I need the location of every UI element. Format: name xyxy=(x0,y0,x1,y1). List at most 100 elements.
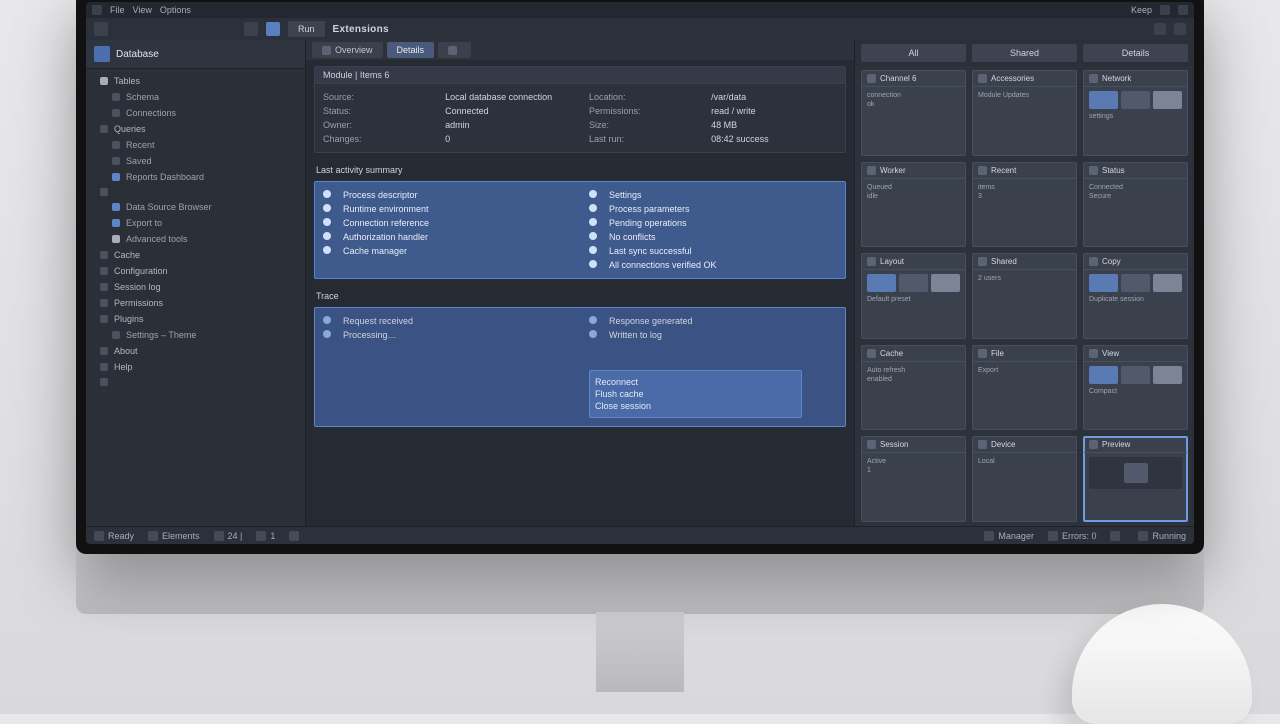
tree-node-icon xyxy=(100,299,108,307)
property-row: Cache manager xyxy=(323,244,571,258)
tree-node-icon xyxy=(100,315,108,323)
sidebar-item-14[interactable]: Permissions xyxy=(86,295,305,311)
property-row: Response generated xyxy=(589,314,837,328)
card-line: Duplicate session xyxy=(1089,295,1182,304)
sidebar-item-17[interactable]: About xyxy=(86,343,305,359)
sidebar-item-8[interactable]: Data Source Browser xyxy=(86,199,305,215)
property-row: Owner:admin xyxy=(323,118,571,132)
sidebar-item-10[interactable]: Advanced tools xyxy=(86,231,305,247)
card-9[interactable]: CacheAuto refreshenabled xyxy=(861,345,966,431)
sidebar-item-6[interactable]: Reports Dashboard xyxy=(86,169,305,185)
card-body: Active1 xyxy=(862,453,965,521)
sidebar-tree[interactable]: Tables Schema ConnectionsQueriesRecentSave… xyxy=(86,69,305,526)
card-13[interactable]: DeviceLocal xyxy=(972,436,1077,522)
card-header: Layout xyxy=(862,254,965,270)
property-value: No conflicts xyxy=(609,232,656,242)
sidebar-item-3[interactable]: Queries xyxy=(86,121,305,137)
sidebar-item-5[interactable]: Saved xyxy=(86,153,305,169)
tree-node-icon xyxy=(112,141,120,149)
card-5[interactable]: StatusConnectedSecure xyxy=(1083,162,1188,248)
cart-icon[interactable] xyxy=(244,22,258,36)
menu-options[interactable]: Options xyxy=(160,5,191,15)
tree-node-icon xyxy=(100,347,108,355)
bullet-icon xyxy=(323,330,331,338)
right-tab-0[interactable]: All xyxy=(861,44,966,62)
center-tab-2[interactable] xyxy=(438,42,471,58)
property-row: Last sync successful xyxy=(589,244,837,258)
sidebar-item-12[interactable]: Configuration xyxy=(86,263,305,279)
property-row: No conflicts xyxy=(589,230,837,244)
sidebar-item-15[interactable]: Plugins xyxy=(86,311,305,327)
card-line: Secure xyxy=(1089,192,1182,201)
card-line: items xyxy=(978,183,1071,192)
sidebar-item-label: Export to xyxy=(126,218,162,228)
card-body: Local xyxy=(973,453,1076,521)
panel-activity[interactable]: Process descriptorRuntime environmentCon… xyxy=(314,181,846,279)
right-tab-1[interactable]: Shared xyxy=(972,44,1077,62)
sidebar-item-11[interactable]: Cache xyxy=(86,247,305,263)
card-2[interactable]: Networksettings xyxy=(1083,70,1188,156)
status-cell-2: 24 | xyxy=(214,531,243,541)
application-window: File View Options Keep Run Extensions Da… xyxy=(86,2,1194,544)
sidebar-item-2[interactable]: Connections xyxy=(86,105,305,121)
card-title: Network xyxy=(1102,74,1131,83)
bullet-icon xyxy=(323,232,331,240)
card-header: Status xyxy=(1084,163,1187,179)
thumb-box xyxy=(867,274,896,292)
card-3[interactable]: WorkerQueuedidle xyxy=(861,162,966,248)
run-button[interactable]: Run xyxy=(288,21,325,37)
center-tab-1[interactable]: Details xyxy=(387,42,435,58)
window-min-icon[interactable] xyxy=(1160,5,1170,15)
trace-action[interactable]: Flush cache xyxy=(595,388,796,400)
sidebar-item-label: Plugins xyxy=(114,314,144,324)
sidebar-item-9[interactable]: Export to xyxy=(86,215,305,231)
tree-node-icon xyxy=(112,203,120,211)
property-key: Location: xyxy=(589,92,703,102)
sidebar-item-4[interactable]: Recent xyxy=(86,137,305,153)
window-max-icon[interactable] xyxy=(1178,5,1188,15)
card-title: Channel 6 xyxy=(880,74,916,83)
panel-trace[interactable]: Request receivedProcessing… Response gen… xyxy=(314,307,846,427)
trace-action[interactable]: Reconnect xyxy=(595,376,796,388)
right-tabs: All Shared Details xyxy=(855,40,1194,66)
menu-file[interactable]: File xyxy=(110,5,125,15)
status-cell-3: 1 xyxy=(256,531,275,541)
thumb-box xyxy=(1089,366,1118,384)
sidebar-item-label: Schema xyxy=(126,92,159,102)
card-0[interactable]: Channel 6connectionok xyxy=(861,70,966,156)
card-14[interactable]: Preview xyxy=(1083,436,1188,522)
property-value: All connections verified OK xyxy=(609,260,717,270)
sidebar-item-7[interactable] xyxy=(86,185,305,199)
card-11[interactable]: ViewCompact xyxy=(1083,345,1188,431)
card-1[interactable]: AccessoriesModule Updates xyxy=(972,70,1077,156)
card-4[interactable]: Recentitems3 xyxy=(972,162,1077,248)
card-10[interactable]: FileExport xyxy=(972,345,1077,431)
right-tab-2[interactable]: Details xyxy=(1083,44,1188,62)
card-header: Copy xyxy=(1084,254,1187,270)
nav-back-icon[interactable] xyxy=(94,22,108,36)
menu-view[interactable]: View xyxy=(133,5,152,15)
sidebar-item-0[interactable]: Tables xyxy=(86,73,305,89)
sidebar-item-16[interactable]: Settings – Theme xyxy=(86,327,305,343)
menu-keep[interactable]: Keep xyxy=(1131,5,1152,15)
tree-node-icon xyxy=(112,109,120,117)
sidebar-item-1[interactable]: Schema xyxy=(86,89,305,105)
card-7[interactable]: Shared2 users xyxy=(972,253,1077,339)
card-6[interactable]: LayoutDefault preset xyxy=(861,253,966,339)
trace-action[interactable]: Close session xyxy=(595,400,796,412)
refresh-icon[interactable] xyxy=(266,22,280,36)
sidebar-item-19[interactable] xyxy=(86,375,305,389)
card-title: Status xyxy=(1102,166,1125,175)
property-value: Last sync successful xyxy=(609,246,692,256)
layout-icon[interactable] xyxy=(1174,23,1186,35)
sidebar-item-13[interactable]: Session log xyxy=(86,279,305,295)
sidebar-item-18[interactable]: Help xyxy=(86,359,305,375)
center-tab-0[interactable]: Overview xyxy=(312,42,383,58)
card-8[interactable]: Copy Duplicate session xyxy=(1083,253,1188,339)
card-header: Recent xyxy=(973,163,1076,179)
card-12[interactable]: SessionActive1 xyxy=(861,436,966,522)
card-grid[interactable]: Channel 6connectionokAccessoriesModule U… xyxy=(855,66,1194,526)
settings-icon[interactable] xyxy=(1154,23,1166,35)
property-row: All connections verified OK xyxy=(589,258,837,272)
thumb-box xyxy=(1121,274,1150,292)
